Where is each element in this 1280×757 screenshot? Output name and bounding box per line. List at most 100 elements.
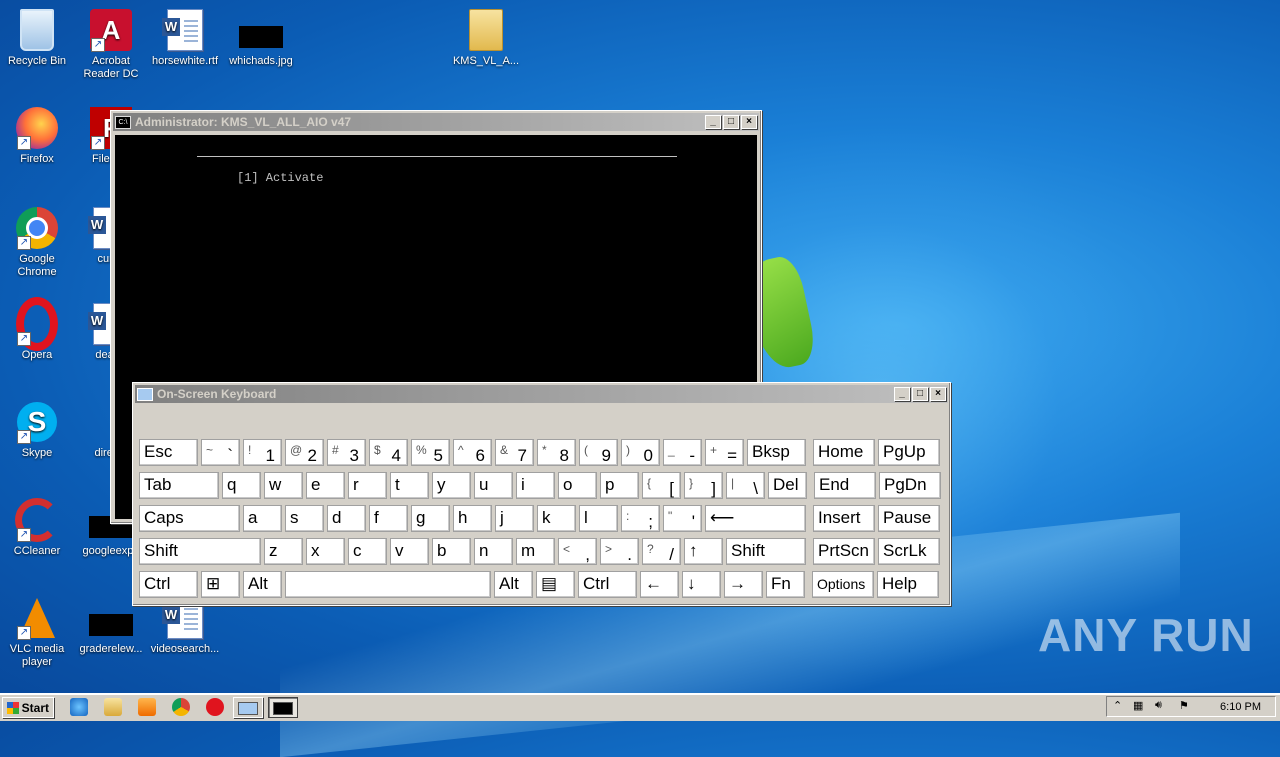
desktop-icon-firefox[interactable]: ↗ Firefox: [0, 106, 74, 166]
key-a[interactable]: a: [243, 505, 282, 532]
desktop-icon-chrome[interactable]: ↗ Google Chrome: [0, 206, 74, 279]
key-0[interactable]: ) 0: [621, 439, 660, 466]
key-symbol[interactable]: ↑: [684, 538, 723, 565]
key-symbol[interactable]: >.: [600, 538, 639, 565]
desktop-icon-skype[interactable]: S ↗ Skype: [0, 400, 74, 460]
key-symbol[interactable]: {[: [642, 472, 681, 499]
key-symbol[interactable]: " ': [663, 505, 702, 532]
desktop-icon-whichads[interactable]: whichads.jpg: [224, 8, 298, 68]
desktop-icon-acrobat[interactable]: A ↗ Acrobat Reader DC: [74, 8, 148, 81]
taskbar-osk[interactable]: [233, 697, 263, 718]
key-symbol[interactable]: <,: [558, 538, 597, 565]
console-titlebar[interactable]: C:\ Administrator: KMS_VL_ALL_AIO v47 _ …: [113, 113, 759, 131]
desktop-icon-vlc[interactable]: ↗ VLC media player: [0, 596, 74, 669]
osk-window[interactable]: On-Screen Keyboard _ □ × Esc ~ `! 1 @2 #3 $4% 5…: [132, 382, 951, 606]
key-windows-icon[interactable]: ⊞: [201, 571, 240, 598]
key-k[interactable]: k: [537, 505, 576, 532]
desktop-icon-opera[interactable]: ↗ Opera: [0, 297, 74, 362]
key-esc[interactable]: Esc: [139, 439, 198, 466]
osk-titlebar[interactable]: On-Screen Keyboard _ □ ×: [135, 385, 948, 403]
opera-icon[interactable]: [206, 698, 224, 716]
key-q[interactable]: q: [222, 472, 261, 499]
key-i[interactable]: i: [516, 472, 555, 499]
key-5[interactable]: % 5: [411, 439, 450, 466]
key-tab[interactable]: Tab: [139, 472, 219, 499]
key-1[interactable]: ! 1: [243, 439, 282, 466]
key-shift[interactable]: Shift: [726, 538, 806, 565]
key-r[interactable]: r: [348, 472, 387, 499]
key-bksp[interactable]: Bksp: [747, 439, 806, 466]
key-symbol[interactable]: :;: [621, 505, 660, 532]
key-pause[interactable]: Pause: [878, 505, 940, 532]
key-z[interactable]: z: [264, 538, 303, 565]
key-shift[interactable]: Shift: [139, 538, 261, 565]
key-s[interactable]: s: [285, 505, 324, 532]
key-x[interactable]: x: [306, 538, 345, 565]
key-g[interactable]: g: [411, 505, 450, 532]
key-9[interactable]: (9: [579, 439, 618, 466]
key-b[interactable]: b: [432, 538, 471, 565]
key-ctrl[interactable]: Ctrl: [578, 571, 637, 598]
key-3[interactable]: #3: [327, 439, 366, 466]
start-button[interactable]: Start: [2, 697, 54, 718]
close-button[interactable]: ×: [930, 387, 946, 401]
key-p[interactable]: p: [600, 472, 639, 499]
key-2[interactable]: @2: [285, 439, 324, 466]
key-7[interactable]: & 7: [495, 439, 534, 466]
key-symbol[interactable]: ↓: [682, 571, 721, 598]
media-player-icon[interactable]: [138, 698, 156, 716]
key-space[interactable]: [285, 571, 491, 598]
key-6[interactable]: ^ 6: [453, 439, 492, 466]
minimize-button[interactable]: _: [894, 387, 910, 401]
key-f[interactable]: f: [369, 505, 408, 532]
key-w[interactable]: w: [264, 472, 303, 499]
key-n[interactable]: n: [474, 538, 513, 565]
key-symbol[interactable]: | \: [726, 472, 765, 499]
key-4[interactable]: $4: [369, 439, 408, 466]
key-help[interactable]: Help: [877, 571, 939, 598]
key-options[interactable]: Options: [812, 571, 874, 598]
volume-icon[interactable]: 🔊︎: [1155, 699, 1162, 712]
key-e[interactable]: e: [306, 472, 345, 499]
key-end[interactable]: End: [814, 472, 876, 499]
flag-icon[interactable]: ⚑: [1179, 699, 1189, 712]
key-symbol[interactable]: + =: [705, 439, 744, 466]
desktop-icon-kms-folder[interactable]: KMS_VL_A...: [449, 8, 523, 68]
key-h[interactable]: h: [453, 505, 492, 532]
key-o[interactable]: o: [558, 472, 597, 499]
desktop-icon-recycle-bin[interactable]: Recycle Bin: [0, 8, 74, 68]
network-icon[interactable]: ▦: [1133, 699, 1143, 712]
chrome-icon[interactable]: [172, 698, 190, 716]
chevron-up-icon[interactable]: ⌃: [1113, 699, 1122, 712]
key-alt[interactable]: Alt: [494, 571, 533, 598]
key-pgup[interactable]: PgUp: [878, 439, 940, 466]
maximize-button[interactable]: □: [723, 115, 739, 129]
key-u[interactable]: u: [474, 472, 513, 499]
key-m[interactable]: m: [516, 538, 555, 565]
key-d[interactable]: d: [327, 505, 366, 532]
key-l[interactable]: l: [579, 505, 618, 532]
key-menu-icon[interactable]: ▤: [536, 571, 575, 598]
key-c[interactable]: c: [348, 538, 387, 565]
key-symbol[interactable]: ~ `: [201, 439, 240, 466]
key-fn[interactable]: Fn: [766, 571, 805, 598]
key-j[interactable]: j: [495, 505, 534, 532]
key-caps[interactable]: Caps: [139, 505, 240, 532]
ie-icon[interactable]: [70, 698, 88, 716]
desktop-icon-horsewhite[interactable]: W horsewhite.rtf: [148, 8, 222, 68]
key-prtscn[interactable]: PrtScn: [813, 538, 875, 565]
key-symbol[interactable]: ? /: [642, 538, 681, 565]
key-y[interactable]: y: [432, 472, 471, 499]
key-8[interactable]: * 8: [537, 439, 576, 466]
key-alt[interactable]: Alt: [243, 571, 282, 598]
key-v[interactable]: v: [390, 538, 429, 565]
key-symbol[interactable]: }]: [684, 472, 723, 499]
key-insert[interactable]: Insert: [813, 505, 875, 532]
key-symbol[interactable]: ←: [640, 571, 679, 598]
close-button[interactable]: ×: [741, 115, 757, 129]
taskbar-console[interactable]: [268, 697, 298, 718]
explorer-icon[interactable]: [104, 698, 122, 716]
desktop-icon-ccleaner[interactable]: ↗ CCleaner: [0, 498, 74, 558]
key-del[interactable]: Del: [768, 472, 807, 499]
key-symbol[interactable]: _ -: [663, 439, 702, 466]
